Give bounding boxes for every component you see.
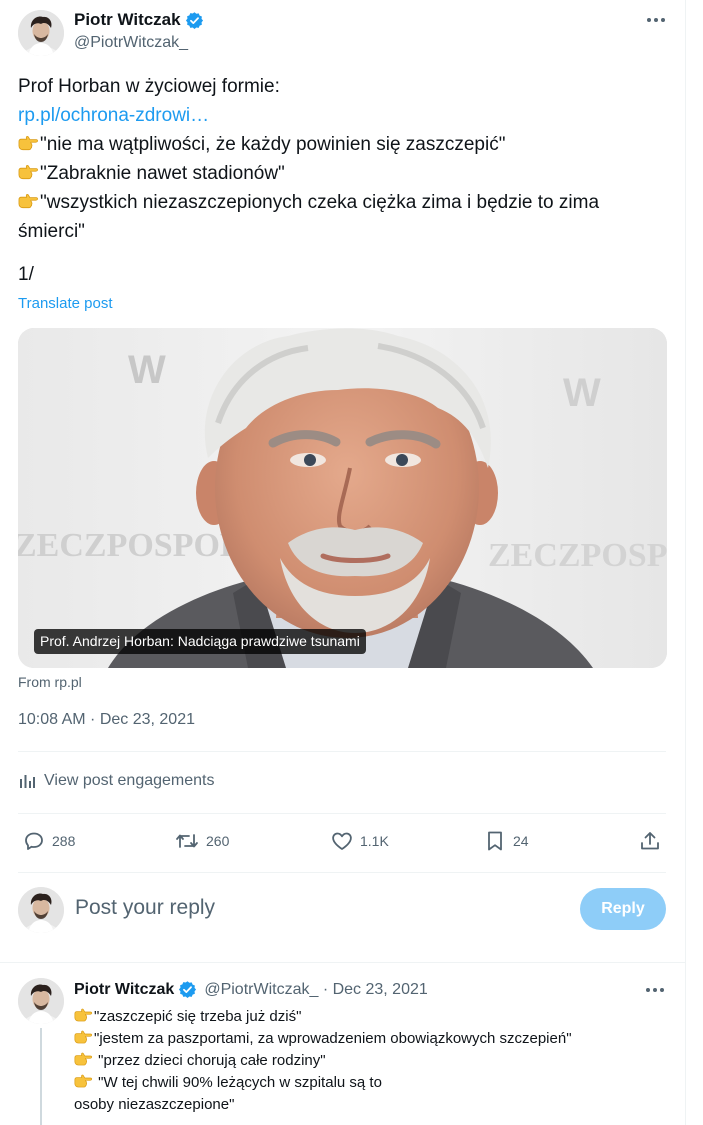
divider — [18, 813, 666, 814]
post-text: Prof Horban w życiowej formie: rp.pl/och… — [18, 72, 668, 246]
reply-line-2: "jestem za paszportami, za wprowadzeniem… — [94, 1030, 572, 1047]
bookmark-count: 24 — [513, 833, 529, 849]
verified-badge-icon — [178, 980, 197, 999]
like-count: 1.1K — [360, 833, 389, 849]
card-source-link[interactable]: From rp.pl — [18, 674, 82, 690]
engagements-label: View post engagements — [44, 772, 215, 789]
analytics-icon — [20, 775, 35, 788]
post-quote-3: "wszystkich niezaszczepionych czeka cięż… — [18, 192, 600, 242]
reply-more-icon[interactable] — [643, 980, 667, 1000]
card-caption: Prof. Andrzej Horban: Nadciąga prawdziwe… — [34, 629, 366, 654]
bookmark-button[interactable]: 24 — [483, 826, 529, 856]
author-display-name[interactable]: Piotr Witczak — [74, 10, 181, 30]
link-preview-card[interactable]: W W ZECZPOSPOLI ZECZPOSPOLI Prof. Andr — [18, 328, 667, 668]
svg-text:W: W — [128, 348, 166, 392]
author-avatar[interactable] — [18, 10, 64, 56]
view-engagements-link[interactable]: View post engagements — [18, 772, 214, 790]
post-quote-2: "Zabraknie nawet stadionów" — [40, 163, 285, 184]
reply-submit-button[interactable]: Reply — [580, 888, 666, 930]
pointing-hand-emoji — [18, 193, 38, 209]
post-timestamp[interactable]: 10:08 AM · Dec 23, 2021 — [18, 711, 195, 729]
pointing-hand-emoji — [18, 164, 38, 180]
like-button[interactable]: 1.1K — [330, 826, 389, 856]
divider — [18, 872, 666, 873]
reply-line-4: "W tej chwili 90% leżących w szpitalu są… — [94, 1074, 382, 1091]
post-intro: Prof Horban w życiowej formie: — [18, 76, 280, 97]
repost-count: 260 — [206, 833, 230, 849]
action-bar: 288 260 1.1K 24 — [18, 826, 668, 856]
reply-handle-and-date[interactable]: @PiotrWitczak_ · Dec 23, 2021 — [204, 981, 427, 999]
reply-post-header: Piotr Witczak @PiotrWitczak_ · Dec 23, 2… — [74, 980, 428, 999]
like-icon — [332, 832, 352, 850]
pointing-hand-emoji — [74, 1052, 93, 1066]
pointing-hand-emoji — [74, 1074, 93, 1088]
author-handle[interactable]: @PiotrWitczak_ — [74, 34, 188, 52]
reply-button[interactable]: 288 — [22, 826, 75, 856]
share-icon — [641, 832, 659, 850]
post-link[interactable]: rp.pl/ochrona-zdrowi… — [18, 105, 209, 126]
svg-text:W: W — [563, 371, 601, 415]
reply-icon — [25, 832, 43, 850]
translate-post-link[interactable]: Translate post — [18, 295, 113, 312]
svg-text:ZECZPOSPOLI: ZECZPOSPOLI — [488, 537, 667, 574]
reply-line-3: "przez dzieci chorują całe rodziny" — [94, 1052, 326, 1069]
share-button[interactable] — [638, 826, 662, 856]
reply-line-1: "zaszczepić się trzeba już dziś" — [94, 1008, 302, 1025]
more-icon[interactable] — [644, 10, 668, 30]
post-header: Piotr Witczak @PiotrWitczak_ — [18, 8, 668, 58]
current-user-avatar[interactable] — [18, 887, 64, 933]
timeline-border — [685, 0, 686, 1125]
thread-counter: 1/ — [18, 264, 34, 285]
author-name-line: Piotr Witczak — [74, 10, 204, 30]
thread-connector-line — [40, 1028, 42, 1125]
pointing-hand-emoji — [18, 135, 38, 151]
reply-author-avatar[interactable] — [18, 978, 64, 1024]
divider — [18, 751, 666, 752]
svg-text:ZECZPOSPOLI: ZECZPOSPOLI — [18, 527, 256, 564]
reply-post-text: "zaszczepić się trzeba już dziś" "jestem… — [74, 1006, 674, 1116]
post-quote-1: "nie ma wątpliwości, że każdy powinien s… — [40, 134, 506, 155]
divider — [0, 962, 685, 963]
reply-line-5: osoby niezaszczepione" — [74, 1096, 235, 1113]
article-photo: W W ZECZPOSPOLI ZECZPOSPOLI — [18, 328, 667, 668]
reply-author-name[interactable]: Piotr Witczak — [74, 981, 174, 999]
pointing-hand-emoji — [74, 1030, 93, 1044]
repost-button[interactable]: 260 — [174, 826, 229, 856]
pointing-hand-emoji — [74, 1008, 93, 1022]
reply-input[interactable]: Post your reply — [75, 896, 215, 920]
bookmark-icon — [488, 831, 502, 851]
verified-badge-icon — [185, 11, 204, 30]
reply-count: 288 — [52, 833, 76, 849]
repost-icon — [176, 834, 198, 848]
